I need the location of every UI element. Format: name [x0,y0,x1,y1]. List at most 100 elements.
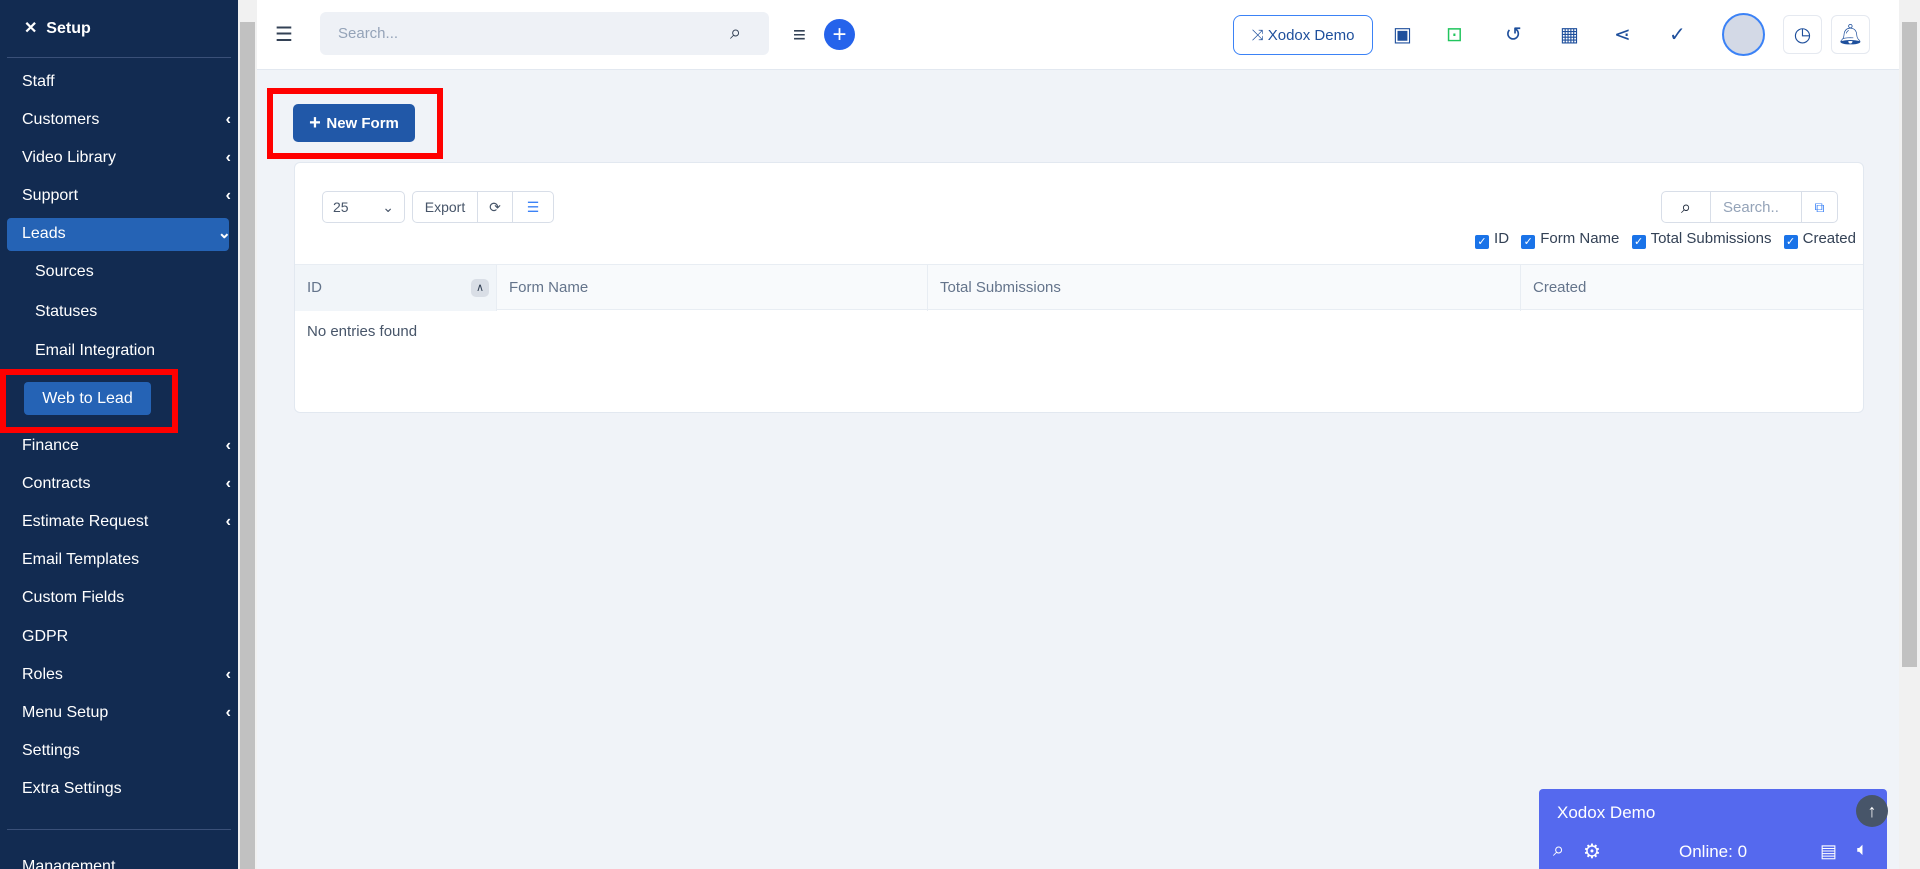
share-icon[interactable]: ⋖ [1614,22,1631,47]
column-list-icon[interactable]: ☰ [512,191,554,223]
bell-icon[interactable]: 🔔︎ [1831,15,1870,54]
column-header-total-submissions[interactable]: Total Submissions [928,265,1521,311]
sidebar-item-label: Estimate Request [22,513,149,530]
sidebar-item-sources[interactable]: Sources [35,262,235,282]
sidebar-item-label: Leads [22,225,66,242]
sidebar-item-management[interactable]: Management [22,857,222,869]
column-toggles: ✓ ID ✓ Form Name ✓ Total Submissions ✓ Creat… [1467,230,1856,249]
close-setup-button[interactable]: ✕ Setup [24,18,91,38]
chevron-down-icon: ⌄ [382,198,394,215]
chat-widget[interactable]: Xodox Demo ⌕ ⚙ Online: 0 ▤ 🔈︎ [1539,789,1887,869]
column-header-id[interactable]: ID ∧ [295,265,497,311]
sidebar-item-email-integration[interactable]: Email Integration [35,341,235,361]
column-header-form-name[interactable]: Form Name [497,265,928,311]
sidebar-item-roles[interactable]: Roles ‹ [22,665,231,685]
sidebar-item-label: Custom Fields [22,589,125,606]
chevron-left-icon: ‹ [225,666,231,683]
sidebar-item-staff[interactable]: Staff [22,72,222,92]
sidebar-title: Setup [46,20,91,37]
sidebar-item-custom-fields[interactable]: Custom Fields [22,588,222,608]
plus-icon: + [309,111,327,134]
sidebar-item-support[interactable]: Support ‹ [22,186,231,206]
divider [7,57,231,58]
contact-card-icon[interactable]: ▣ [1393,22,1412,47]
new-form-button[interactable]: + New Form [293,104,415,142]
sidebar-item-estimate-request[interactable]: Estimate Request ‹ [22,512,231,532]
company-switch-button[interactable]: ⤨ Xodox Demo [1233,15,1373,55]
highlight-box [0,369,178,433]
sidebar-item-label: Management [22,858,116,869]
search-icon[interactable]: ⌕ [730,22,741,45]
sidebar-item-video-library[interactable]: Video Library ‹ [22,148,231,168]
toggle-created[interactable]: ✓ Created [1776,230,1856,249]
check-icon[interactable]: ✓ [1669,22,1686,47]
sidebar-item-label: Email Templates [22,551,140,568]
sidebar-item-email-templates[interactable]: Email Templates [22,550,222,570]
online-count: Online: 0 [1679,842,1748,861]
gear-icon[interactable]: ⚙ [1583,839,1601,864]
sidebar-item-label: Sources [35,263,94,280]
toggle-total-submissions[interactable]: ✓ Total Submissions [1624,230,1771,249]
collapse-menu-icon[interactable]: ☰ [275,22,293,46]
sidebar-item-label: Customers [22,111,100,128]
speaker-icon[interactable]: 🔈︎ [1857,839,1868,860]
sort-asc-icon[interactable]: ∧ [471,279,489,297]
chevron-down-icon: ⌄ [217,225,231,242]
sidebar-item-contracts[interactable]: Contracts ‹ [22,474,231,494]
refresh-icon[interactable]: ⟳ [477,191,513,223]
sidebar-item-label: Statuses [35,303,98,320]
divider [7,829,231,830]
support-chat-icon[interactable]: ⊡ [1446,22,1463,47]
copy-icon[interactable]: ⧉ [1801,191,1838,223]
add-icon[interactable]: + [824,19,855,50]
sidebar-item-label: GDPR [22,628,69,645]
sidebar: ✕ Setup Staff Customers ‹ Video Library ‹ Sup… [0,0,238,869]
chevron-left-icon: ‹ [225,513,231,530]
export-button[interactable]: Export [412,191,478,223]
menu-icon[interactable]: ≡ [793,22,806,48]
sidebar-item-label: Contracts [22,475,91,492]
avatar[interactable] [1722,13,1765,56]
empty-message: No entries found [307,323,418,340]
sidebar-item-finance[interactable]: Finance ‹ [22,436,231,456]
search-input[interactable]: Search... ⌕ [320,12,769,55]
clock-icon[interactable]: ◷ [1783,15,1822,54]
shuffle-icon: ⤨ [1251,26,1268,44]
sidebar-item-label: Support [22,187,79,204]
toggle-form-name[interactable]: ✓ Form Name [1513,230,1619,249]
sidebar-item-statuses[interactable]: Statuses [35,302,235,322]
sidebar-item-label: Roles [22,666,63,683]
table-search-input[interactable]: Search.. [1710,191,1802,223]
search-icon[interactable]: ⌕ [1661,191,1711,223]
sidebar-item-customers[interactable]: Customers ‹ [22,110,231,130]
chevron-left-icon: ‹ [225,437,231,454]
sidebar-item-settings[interactable]: Settings [22,741,222,761]
chat-bubble-icon[interactable]: ▤ [1820,841,1837,862]
chevron-left-icon: ‹ [225,187,231,204]
toggle-id[interactable]: ✓ ID [1467,230,1509,249]
page-scrollbar[interactable] [1899,0,1920,869]
sidebar-item-label: Menu Setup [22,704,109,721]
page-size-select[interactable]: 25 ⌄ [322,191,405,223]
close-icon: ✕ [24,20,38,37]
column-header-created[interactable]: Created [1521,265,1863,311]
sidebar-item-extra-settings[interactable]: Extra Settings [22,779,222,799]
sidebar-item-leads[interactable]: Leads ⌄ [22,224,231,244]
search-icon[interactable]: ⌕ [1553,839,1564,862]
chevron-left-icon: ‹ [225,475,231,492]
chevron-left-icon: ‹ [225,111,231,128]
sidebar-item-label: Extra Settings [22,780,122,797]
search-placeholder: Search... [338,25,399,42]
table-header: ID ∧ Form Name Total Submissions Created [295,264,1863,311]
sidebar-item-menu-setup[interactable]: Menu Setup ‹ [22,703,231,723]
sidebar-scrollbar[interactable] [238,0,257,869]
scroll-to-top-button[interactable]: ↑ [1856,795,1888,827]
sidebar-item-label: Staff [22,73,55,90]
sidebar-item-label: Settings [22,742,80,759]
chevron-left-icon: ‹ [225,149,231,166]
chat-title: Xodox Demo [1557,803,1656,822]
qr-code-icon[interactable]: ▦ [1560,22,1579,47]
history-icon[interactable]: ↺ [1505,22,1522,47]
topbar: ☰ Search... ⌕ ≡ + ⤨ Xodox Demo ▣ ⊡ ↺ ▦ ⋖… [257,0,1899,70]
sidebar-item-gdpr[interactable]: GDPR [22,627,222,647]
